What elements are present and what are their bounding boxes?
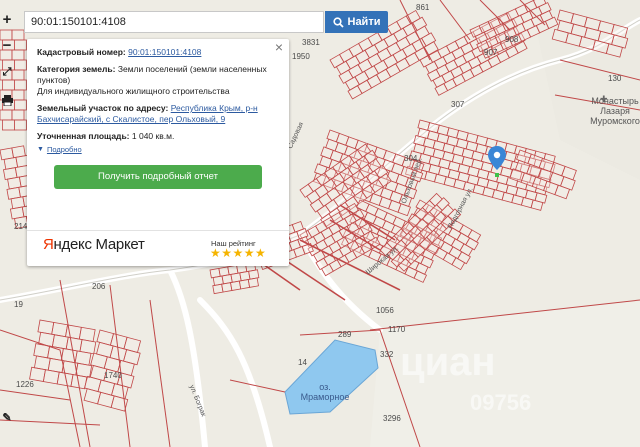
location-marker[interactable] xyxy=(487,146,507,183)
land-parcel xyxy=(247,277,259,288)
close-icon[interactable]: × xyxy=(275,40,283,54)
search-bar xyxy=(24,11,324,33)
monastery-label: Монастырь Лазаря Муромского xyxy=(590,96,640,126)
print-icon[interactable] xyxy=(0,91,14,109)
parcel-number: 19 xyxy=(14,300,23,309)
monastery-icon: ✚ xyxy=(600,94,608,104)
land-parcel xyxy=(13,79,27,91)
area-value: 1 040 кв.м. xyxy=(131,131,175,141)
parcel-number: 3831 xyxy=(302,38,320,47)
area-label: Уточненная площадь: xyxy=(37,131,130,141)
yandex-market-logo[interactable]: Яндекс Маркет xyxy=(43,237,145,252)
chevron-down-icon: ▼ xyxy=(37,146,44,153)
divider xyxy=(27,230,289,231)
parcel-info-panel: × Кадастровый номер: 90:01:150101:4108 К… xyxy=(27,39,289,266)
parcel-number: 289 xyxy=(338,330,352,339)
parcel-number: 3296 xyxy=(383,414,401,423)
parcel-number: 907 xyxy=(484,48,498,57)
zoom-in-button[interactable]: + xyxy=(0,10,14,28)
usage-value: Для индивидуального жилищного строительс… xyxy=(37,86,230,96)
category-label: Категория земель: xyxy=(37,64,116,74)
parcel-number: 861 xyxy=(416,3,430,12)
area-row: Уточненная площадь: 1 040 кв.м. xyxy=(37,131,279,142)
rating-stars: ★★★★★ xyxy=(210,246,267,260)
land-parcel xyxy=(13,39,27,51)
land-parcel xyxy=(11,109,25,121)
map-pin-icon xyxy=(488,146,506,177)
parcel-number: 206 xyxy=(92,282,106,291)
address-label: Земельный участок по адресу: xyxy=(37,103,169,113)
cadastral-link[interactable]: 90:01:150101:4108 xyxy=(128,47,201,57)
parcel-number: 214 xyxy=(14,222,28,231)
cadastral-label: Кадастровый номер: xyxy=(37,47,126,57)
search-icon xyxy=(332,16,344,28)
details-toggle[interactable]: ▼ Подробно xyxy=(37,144,279,155)
land-parcel xyxy=(13,99,27,111)
parcel-number: 1056 xyxy=(376,306,394,315)
watermark: циан xyxy=(400,340,496,384)
search-input[interactable] xyxy=(25,12,323,32)
details-label: Подробно xyxy=(46,145,82,154)
land-parcel xyxy=(37,319,55,335)
watermark-id: 09756 xyxy=(470,390,532,415)
parcel-number: 307 xyxy=(451,100,465,109)
parcel-number: 332 xyxy=(380,350,394,359)
parcel-number: 14 xyxy=(298,358,307,367)
land-parcel xyxy=(42,369,60,385)
parcel-number: 1740 xyxy=(104,371,122,380)
get-report-button[interactable]: Получить подробный отчет xyxy=(54,165,262,189)
search-button[interactable]: Найти xyxy=(325,11,388,33)
lake-label: оз. Мраморное xyxy=(300,382,350,402)
category-row: Категория земель: Земли поселений (земли… xyxy=(37,64,279,97)
address-row: Земельный участок по адресу: Республика … xyxy=(37,103,279,125)
cadastral-row: Кадастровый номер: 90:01:150101:4108 xyxy=(37,47,279,58)
land-parcel xyxy=(13,59,27,71)
parcel-number: 908 xyxy=(505,35,519,44)
parcel-number: 1950 xyxy=(292,52,310,61)
parcel-number: 130 xyxy=(608,74,622,83)
land-parcel xyxy=(0,109,13,121)
search-button-label: Найти xyxy=(347,16,381,28)
zoom-out-button[interactable]: − xyxy=(0,36,14,54)
parcel-number: 1226 xyxy=(16,380,34,389)
land-parcel xyxy=(13,119,27,131)
land-parcel xyxy=(2,119,15,131)
parcel-number: 1170 xyxy=(388,325,406,334)
edit-icon[interactable]: ✎ xyxy=(0,408,14,426)
expand-icon[interactable]: ⤢ xyxy=(0,63,14,81)
land-parcel xyxy=(2,79,15,91)
